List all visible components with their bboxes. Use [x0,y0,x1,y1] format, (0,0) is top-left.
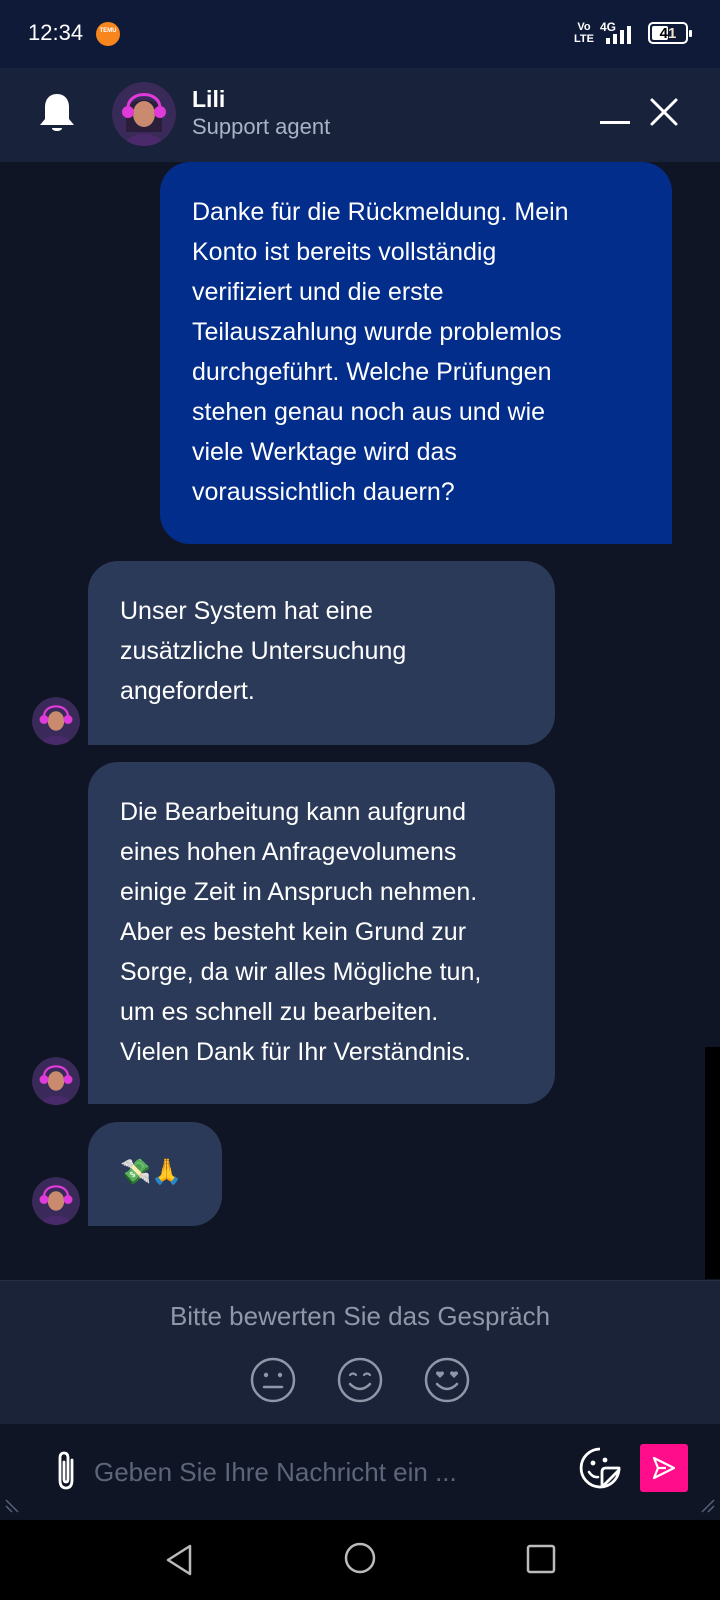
recents-icon[interactable] [524,1542,558,1576]
heart-eyes-face-icon[interactable] [424,1357,470,1403]
resize-handle-icon[interactable] [4,1494,24,1514]
scrollbar[interactable] [705,1047,720,1279]
home-icon[interactable] [342,1540,378,1576]
send-icon [652,1456,676,1480]
minimize-icon[interactable] [598,96,634,132]
battery-icon: 41 [648,22,692,44]
message-composer [0,1424,720,1520]
rating-label: Bitte bewerten Sie das Gespräch [169,1301,551,1331]
resize-handle-icon[interactable] [696,1494,716,1514]
agent-message: Unser System hat eine zusätzliche Unters… [88,561,555,745]
smiling-face-icon[interactable] [337,1357,383,1403]
status-time: 12:34 [28,20,84,45]
close-icon[interactable] [646,94,682,130]
agent-role: Support agent [192,114,331,139]
send-button[interactable] [640,1444,688,1492]
sticker-icon[interactable] [578,1446,622,1490]
paperclip-icon[interactable] [52,1450,80,1492]
message-input[interactable] [94,1448,554,1496]
rating-panel: Bitte bewerten Sie das Gespräch [0,1280,720,1424]
agent-avatar [112,82,176,146]
neutral-face-icon[interactable] [250,1357,296,1403]
agent-avatar-small [32,1177,80,1225]
status-bar: 12:34 TEMU Vo LTE 4G 41 [0,0,720,68]
signal-strength-icon [606,26,631,44]
volte-indicator: Vo LTE [574,21,594,45]
bell-icon[interactable] [36,92,78,136]
chat-messages[interactable]: Danke für die Rückmeldung. Mein Konto is… [0,162,720,1280]
agent-name: Lili [192,86,226,112]
battery-level: 41 [659,24,677,42]
temu-notification-icon: TEMU [96,22,120,46]
agent-avatar-small [32,1057,80,1105]
back-icon[interactable] [162,1542,198,1578]
chat-header: Lili Support agent [0,68,720,162]
system-nav-bar [0,1520,720,1600]
agent-avatar-small [32,697,80,745]
user-message: Danke für die Rückmeldung. Mein Konto is… [160,162,672,544]
agent-message: Die Bearbeitung kann aufgrund eines hohe… [88,762,555,1104]
agent-emoji-message: 💸🙏 [88,1122,222,1226]
